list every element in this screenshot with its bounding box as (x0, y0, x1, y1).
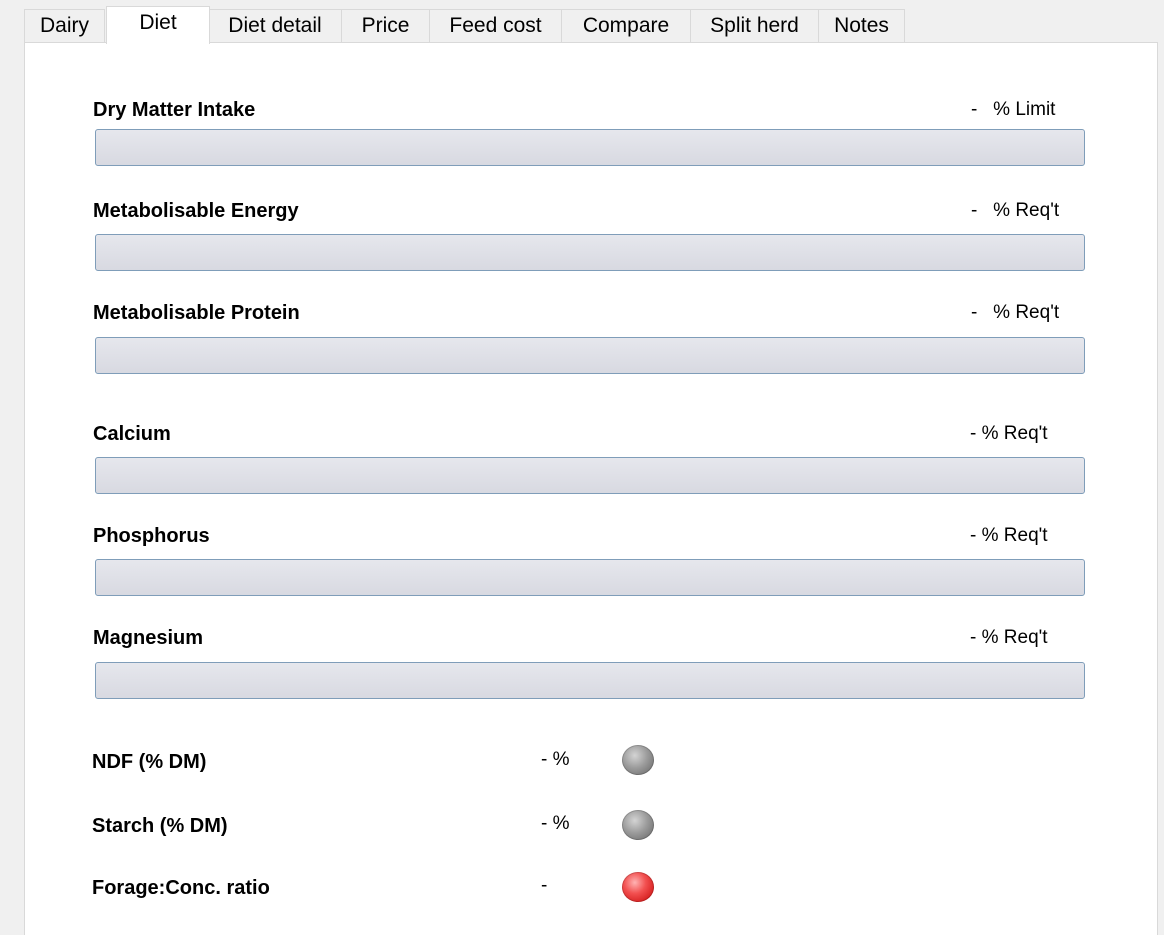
tab-diet-detail[interactable]: Diet detail (208, 9, 342, 42)
tab-price[interactable]: Price (341, 9, 430, 42)
calcium-progress-bar (95, 457, 1085, 494)
dmi-percent-limit: - % Limit (971, 99, 1056, 120)
diet-panel: Dry Matter Intake - % Limit Metabolisabl… (24, 42, 1158, 935)
mp-progress-bar (95, 337, 1085, 374)
calcium-label: Calcium (93, 423, 171, 445)
magnesium-percent-reqt: - % Req't (970, 627, 1048, 648)
tab-feed-cost[interactable]: Feed cost (429, 9, 562, 42)
me-progress-bar (95, 234, 1085, 271)
forage-conc-ratio-label: Forage:Conc. ratio (92, 877, 270, 899)
phosphorus-progress-bar (95, 559, 1085, 596)
ndf-value: - % (541, 749, 570, 770)
mp-percent-reqt: - % Req't (971, 302, 1060, 323)
starch-label: Starch (% DM) (92, 815, 228, 837)
dmi-progress-bar (95, 129, 1085, 166)
me-percent-reqt: - % Req't (971, 200, 1060, 221)
phosphorus-label: Phosphorus (93, 525, 210, 547)
phosphorus-percent-reqt: - % Req't (970, 525, 1048, 546)
tab-compare[interactable]: Compare (561, 9, 691, 42)
tab-strip: Dairy Diet Diet detail Price Feed cost C… (24, 6, 1134, 44)
ndf-label: NDF (% DM) (92, 751, 207, 773)
starch-status-indicator-icon (622, 810, 654, 840)
calcium-percent-reqt: - % Req't (970, 423, 1048, 444)
mp-label: Metabolisable Protein (93, 302, 300, 324)
magnesium-progress-bar (95, 662, 1085, 699)
me-label: Metabolisable Energy (93, 200, 299, 222)
diet-window: Dairy Diet Diet detail Price Feed cost C… (0, 0, 1164, 935)
dmi-label: Dry Matter Intake (93, 99, 256, 121)
starch-value: - % (541, 813, 570, 834)
tab-split-herd[interactable]: Split herd (690, 9, 819, 42)
ndf-status-indicator-icon (622, 745, 654, 775)
forage-conc-ratio-value: - (541, 875, 548, 896)
tab-notes[interactable]: Notes (818, 9, 905, 42)
forage-conc-ratio-status-indicator-icon (622, 872, 654, 902)
tab-diet[interactable]: Diet (106, 6, 210, 44)
tab-dairy[interactable]: Dairy (24, 9, 105, 42)
magnesium-label: Magnesium (93, 627, 204, 649)
